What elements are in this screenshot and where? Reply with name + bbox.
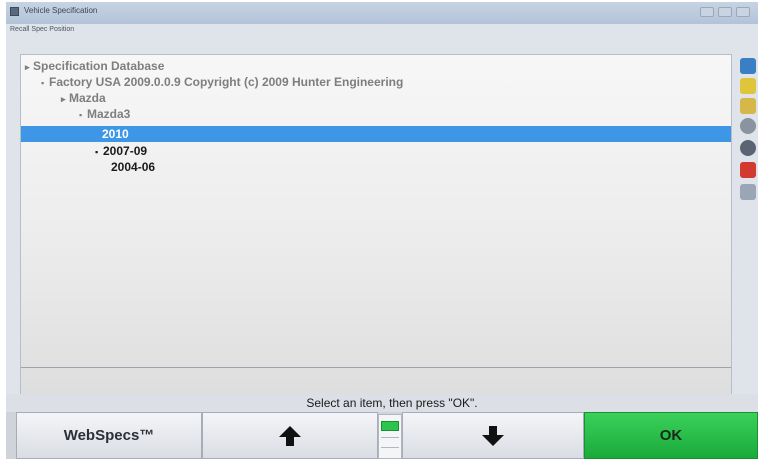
ok-button[interactable]: OK (584, 412, 758, 459)
tree-bullet-icon: ▸ (61, 94, 66, 104)
tree-item-spec-database[interactable]: ▸ Specification Database (25, 58, 164, 74)
ok-label: OK (659, 427, 683, 444)
scroll-up-button[interactable] (202, 412, 378, 459)
scroll-divider (381, 447, 399, 448)
arrow-up-icon (279, 425, 301, 446)
arrow-down-icon (482, 425, 504, 446)
tree-bullet-icon: ▪ (41, 78, 45, 88)
target-icon[interactable] (740, 118, 756, 134)
webspecs-label: WebSpecs™ (63, 427, 155, 444)
maximize-button[interactable] (718, 7, 732, 17)
app-icon (10, 7, 19, 16)
car-info-icon[interactable] (740, 58, 756, 74)
window-title: Vehicle Specification (24, 6, 98, 15)
scroll-down-button[interactable] (402, 412, 584, 459)
minimize-button[interactable] (700, 7, 714, 17)
tree-item-factory-usa[interactable]: ▪ Factory USA 2009.0.0.9 Copyright (c) 20… (41, 74, 403, 90)
printer-icon[interactable] (740, 184, 756, 200)
flag-icon[interactable] (740, 162, 756, 178)
tree-bullet-icon: ▪ (79, 110, 83, 120)
panel-divider (21, 367, 731, 368)
tire-icon[interactable] (740, 140, 756, 156)
tree-bullet-icon: ▸ (25, 62, 30, 72)
tree-item-2007-09[interactable]: ▪ 2007-09 (95, 143, 147, 159)
tree-bullet-icon: ▪ (95, 147, 99, 157)
tree-item-label: Mazda (69, 91, 106, 105)
scroll-thumb (381, 421, 399, 431)
tree-item-2010-selected[interactable]: 2010 (21, 126, 731, 142)
tree-item-mazda[interactable]: ▸ Mazda (61, 90, 106, 106)
tree-item-label: Factory USA 2009.0.0.9 Copyright (c) 200… (49, 75, 404, 89)
vehicle-spec-window: Vehicle Specification Recall Spec Positi… (6, 2, 758, 459)
title-bar: Vehicle Specification (6, 2, 758, 24)
status-text: Select an item, then press "OK". (306, 396, 478, 410)
window-subtitle: Recall Spec Position (10, 26, 75, 33)
webspecs-button[interactable]: WebSpecs™ (16, 412, 202, 459)
right-toolbar (738, 54, 758, 234)
scroll-position-indicator (378, 414, 402, 459)
tree-item-label: Mazda3 (87, 107, 131, 121)
tree-item-label: Specification Database (33, 59, 165, 73)
status-bar: Select an item, then press "OK". (6, 394, 758, 412)
close-button[interactable] (736, 7, 750, 17)
tree-item-label: 2010 (102, 127, 129, 141)
tree-item-2004-06[interactable]: 2004-06 (103, 159, 155, 175)
tree-item-label: 2004-06 (111, 160, 156, 174)
tree-item-label: 2007-09 (103, 144, 148, 158)
wrench-icon[interactable] (740, 98, 756, 114)
ruler-icon[interactable] (740, 78, 756, 94)
scroll-divider (381, 437, 399, 438)
tree-item-mazda3[interactable]: ▪ Mazda3 (79, 106, 130, 122)
window-controls (700, 7, 750, 17)
spec-tree[interactable]: ▸ Specification Database ▪ Factory USA 200… (20, 54, 732, 396)
